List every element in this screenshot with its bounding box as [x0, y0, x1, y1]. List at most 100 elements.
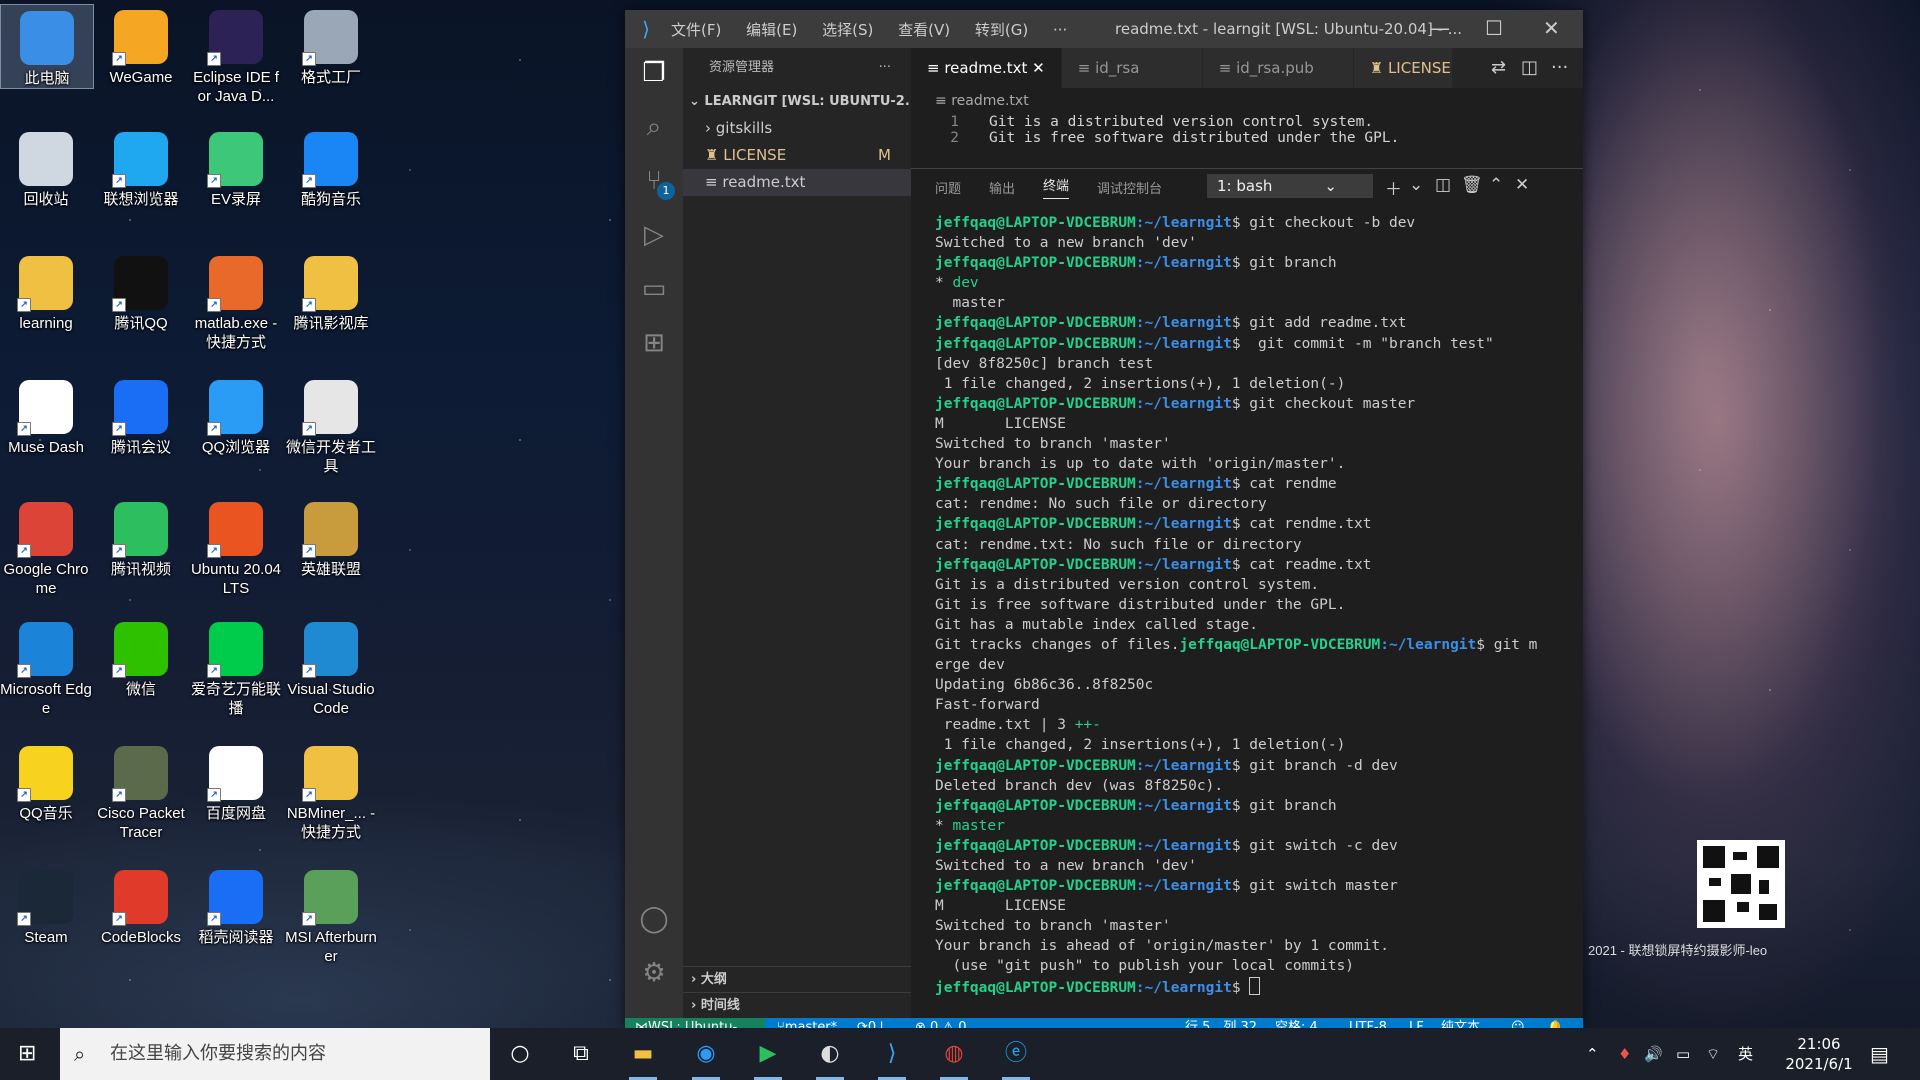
desktop-icon[interactable]: ↗ 腾讯视频 [95, 496, 187, 579]
menu-go[interactable]: 转到(G) [975, 21, 1028, 39]
windows-start-icon[interactable]: ⊞ [18, 1042, 42, 1066]
workspace-folder[interactable]: ⌄ LEARNGIT [WSL: UBUNTU-2... [683, 88, 911, 115]
desktop-icon[interactable]: ↗ Cisco Packet Tracer [95, 740, 187, 842]
tab-readme[interactable]: ≡ readme.txt ✕ [911, 48, 1062, 88]
desktop-icon[interactable]: ↗ MSI Afterburner [285, 864, 377, 966]
show-hidden-icons-icon[interactable]: ⌃ [1586, 1028, 1599, 1080]
tab-close-icon[interactable]: ✕ [1032, 59, 1045, 77]
desktop-icon[interactable]: ↗ learning [0, 250, 92, 333]
desktop-icon[interactable]: ↗ Google Chrome [0, 496, 92, 598]
kill-terminal-icon[interactable]: 🗑 [1461, 175, 1483, 195]
desktop-icon[interactable]: ↗ Visual Studio Code [285, 616, 377, 718]
search-icon[interactable]: ⌕ [639, 112, 669, 142]
run-debug-icon[interactable]: ▷ [639, 220, 669, 250]
split-editor-icon[interactable]: ◫ [1521, 57, 1538, 78]
desktop-icon[interactable]: ↗ 腾讯影视库 [285, 250, 377, 333]
desktop-icon-label: Microsoft Edge [0, 681, 92, 717]
desktop-icon[interactable]: ↗ Ubuntu 20.04 LTS [190, 496, 282, 598]
qq-browser-icon[interactable]: ◉ [688, 1036, 724, 1080]
volume-icon[interactable]: 🔊 [1644, 1028, 1663, 1080]
system-clock[interactable]: 21:06 2021/6/1 [1782, 1034, 1856, 1074]
remote-explorer-icon[interactable]: ▭ [639, 274, 669, 304]
wifi-icon[interactable]: ⌔ [1706, 1028, 1720, 1080]
breadcrumb[interactable]: ≡ readme.txt [911, 88, 1583, 114]
timeline-section[interactable]: › 时间线 [683, 992, 911, 1018]
desktop-icon[interactable]: ↗ 稻壳阅读器 [190, 864, 282, 947]
new-terminal-icon[interactable]: ＋ [1385, 175, 1402, 200]
file-explorer-icon[interactable]: ▬ [625, 1036, 661, 1080]
maximize-panel-icon[interactable]: ⌃ [1489, 175, 1503, 195]
desktop-icon[interactable]: ↗ 酷狗音乐 [285, 126, 377, 209]
notification-center-icon[interactable]: ▤ [1870, 1028, 1889, 1080]
desktop-icon[interactable]: ↗ 腾讯会议 [95, 374, 187, 457]
desktop-icon[interactable]: ↗ Steam [0, 864, 92, 947]
desktop-icon[interactable]: ↗ 微信开发者工具 [285, 374, 377, 476]
desktop-icon[interactable]: 此电脑 [0, 4, 94, 89]
panel-tab-problems[interactable]: 问题 [935, 178, 961, 197]
close-panel-icon[interactable]: ✕ [1515, 175, 1529, 195]
lenovo-browser-taskbar-icon[interactable]: ⓔ [998, 1036, 1034, 1080]
chrome-taskbar-icon[interactable]: ◍ [936, 1036, 972, 1080]
tab-id-rsa[interactable]: ≡ id_rsa [1061, 48, 1203, 88]
taskbar-search[interactable]: ⌕ 在这里输入你要搜索的内容 [60, 1028, 490, 1080]
desktop-icon[interactable]: 回收站 [0, 126, 92, 209]
desktop-icon[interactable]: ↗ 联想浏览器 [95, 126, 187, 209]
cortana-icon[interactable]: ○ [502, 1036, 538, 1072]
desktop-icon[interactable]: ↗ EV录屏 [190, 126, 282, 209]
menu-view[interactable]: 查看(V) [898, 21, 950, 39]
terminal-select[interactable]: 1: bash ⌄ [1207, 174, 1373, 198]
desktop-icon[interactable]: ↗ matlab.exe - 快捷方式 [190, 250, 282, 352]
extensions-icon[interactable]: ⊞ [639, 328, 669, 358]
explorer-more-icon[interactable]: ··· [879, 48, 891, 88]
open-changes-icon[interactable]: ⇄ [1491, 57, 1506, 78]
tree-item-license[interactable]: ♜ LICENSE M [683, 142, 911, 169]
desktop-icon[interactable]: ↗ 格式工厂 [285, 4, 377, 87]
battery-icon[interactable]: ▭ [1676, 1028, 1690, 1080]
tab-license[interactable]: ♜ LICENSE [1353, 48, 1453, 88]
desktop-icon[interactable]: ↗ WeGame [95, 4, 187, 87]
desktop-icon[interactable]: ↗ 腾讯QQ [95, 250, 187, 333]
tray-app-icon[interactable]: ♦ [1618, 1028, 1631, 1080]
task-view-icon[interactable]: ⧉ [563, 1036, 599, 1072]
tree-item-readme[interactable]: ≡ readme.txt [683, 169, 911, 196]
explorer-icon[interactable]: ❐ [639, 58, 669, 88]
outline-section[interactable]: › 大纲 [683, 966, 911, 992]
desktop-icon[interactable]: ↗ 英雄联盟 [285, 496, 377, 579]
desktop-icon[interactable]: ↗ QQ音乐 [0, 740, 92, 823]
input-method-indicator[interactable]: 英 [1738, 1028, 1753, 1080]
desktop-icon[interactable]: ↗ 微信 [95, 616, 187, 699]
vscode-taskbar-icon[interactable]: ⟩ [874, 1036, 910, 1080]
maximize-icon[interactable]: ☐ [1485, 16, 1503, 40]
vscode-icon: ↗ [302, 622, 358, 678]
chevron-down-icon[interactable]: ⌄ [1409, 175, 1423, 195]
editor-more-icon[interactable]: ··· [1551, 57, 1568, 78]
tree-item-gitskills[interactable]: › gitskills [683, 115, 911, 142]
desktop-icon[interactable]: ↗ 百度网盘 [190, 740, 282, 823]
desktop-icon[interactable]: ↗ 爱奇艺万能联播 [190, 616, 282, 718]
split-terminal-icon[interactable]: ◫ [1435, 175, 1451, 195]
menu-more[interactable]: ··· [1053, 21, 1067, 39]
accounts-icon[interactable]: ◯ [639, 904, 669, 934]
desktop-icon[interactable]: ↗ CodeBlocks [95, 864, 187, 947]
menu-edit[interactable]: 编辑(E) [746, 21, 797, 39]
desktop-icon[interactable]: ↗ Muse Dash [0, 374, 92, 457]
desktop-icon[interactable]: ↗ Eclipse IDE for Java D... [190, 4, 282, 106]
menu-file[interactable]: 文件(F) [671, 21, 721, 39]
terminal-output[interactable]: jeffqaq@LAPTOP-VDCEBRUM:~/learngit$ git … [935, 213, 1575, 998]
settings-gear-icon[interactable]: ⚙ [639, 958, 669, 988]
qq-icon: ↗ [112, 256, 168, 312]
close-icon[interactable]: ✕ [1543, 16, 1560, 40]
panel-tab-debug-console[interactable]: 调试控制台 [1097, 178, 1162, 197]
desktop-icon[interactable]: ↗ NBMiner_... - 快捷方式 [285, 740, 377, 842]
source-control-icon[interactable]: ⑂ 1 [639, 166, 675, 200]
panel-tab-terminal[interactable]: 终端 [1043, 175, 1070, 199]
desktop-icon[interactable]: ↗ QQ浏览器 [190, 374, 282, 457]
minimize-icon[interactable]: — [1430, 16, 1450, 40]
code-editor[interactable]: 1 Git is a distributed version control sy… [911, 114, 1583, 146]
desktop-icon[interactable]: ↗ Microsoft Edge [0, 616, 92, 718]
app-icon[interactable]: ◐ [812, 1036, 848, 1080]
tencent-video-icon[interactable]: ▶ [750, 1036, 786, 1080]
panel-tab-output[interactable]: 输出 [989, 178, 1015, 197]
menu-selection[interactable]: 选择(S) [822, 21, 873, 39]
tab-id-rsa-pub[interactable]: ≡ id_rsa.pub [1202, 48, 1354, 88]
